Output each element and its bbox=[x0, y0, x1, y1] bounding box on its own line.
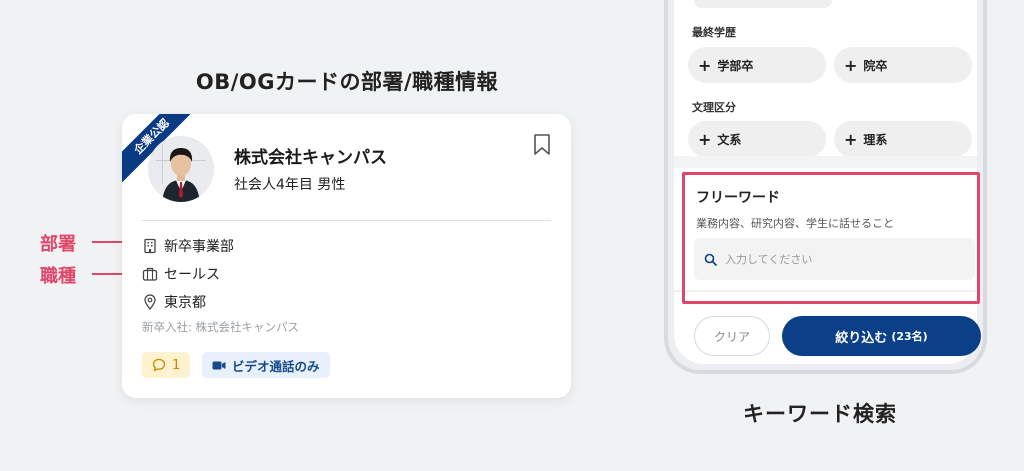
section-separator bbox=[674, 156, 977, 168]
comment-badge: 1 bbox=[142, 352, 191, 378]
plus-icon: + bbox=[698, 55, 712, 75]
bookmark-icon[interactable] bbox=[533, 134, 551, 156]
job-row: セールス bbox=[142, 264, 220, 284]
apply-label: 絞り込む bbox=[835, 330, 888, 346]
annotation-line bbox=[92, 273, 126, 275]
building-icon bbox=[144, 238, 156, 254]
annotation-job: 職種 bbox=[40, 266, 76, 287]
video-camera-icon bbox=[212, 361, 226, 369]
location-row: 東京都 bbox=[142, 292, 206, 312]
location-pin-icon bbox=[144, 294, 156, 310]
partial-chip bbox=[694, 0, 832, 8]
comment-count: 1 bbox=[172, 357, 181, 373]
chip-science[interactable]: + 理系 bbox=[834, 121, 972, 157]
chip-undergrad[interactable]: + 学部卒 bbox=[688, 47, 826, 83]
location-text: 東京都 bbox=[164, 295, 206, 311]
chip-undergrad-label: 学部卒 bbox=[717, 58, 754, 73]
divider bbox=[142, 220, 551, 221]
chip-graduate-label: 院卒 bbox=[863, 58, 888, 73]
chip-science-label: 理系 bbox=[863, 132, 888, 147]
video-badge: ビデオ通話のみ bbox=[202, 352, 330, 378]
card-section-title: OB/OGカードの部署/職種情報 bbox=[195, 70, 499, 94]
avatar bbox=[148, 136, 214, 202]
chip-graduate[interactable]: + 院卒 bbox=[834, 47, 972, 83]
keyword-section-title: キーワード検索 bbox=[743, 402, 897, 426]
plus-icon: + bbox=[844, 129, 858, 149]
education-label: 最終学歴 bbox=[692, 26, 736, 39]
plus-icon: + bbox=[698, 129, 712, 149]
plus-icon: + bbox=[844, 55, 858, 75]
chip-humanities[interactable]: + 文系 bbox=[688, 121, 826, 157]
clear-button[interactable]: クリア bbox=[694, 316, 770, 356]
department-row: 新卒事業部 bbox=[142, 236, 234, 256]
comment-icon bbox=[152, 358, 166, 372]
ob-og-card[interactable]: 企業公認 株式会社キャンパス 社会人4年目 男性 新卒事業部 セールス 東京都 … bbox=[122, 114, 571, 398]
department-text: 新卒事業部 bbox=[164, 239, 234, 255]
apply-button[interactable]: 絞り込む (23名) bbox=[782, 316, 981, 356]
company-name: 株式会社キャンパス bbox=[234, 148, 387, 168]
video-badge-label: ビデオ通話のみ bbox=[232, 358, 320, 374]
annotation-line bbox=[92, 241, 126, 243]
job-text: セールス bbox=[164, 267, 220, 283]
hire-info: 新卒入社: 株式会社キャンパス bbox=[142, 320, 300, 334]
free-word-highlight bbox=[682, 172, 980, 304]
annotation-department: 部署 bbox=[40, 234, 76, 255]
career-info: 社会人4年目 男性 bbox=[234, 177, 346, 193]
chip-humanities-label: 文系 bbox=[717, 132, 742, 147]
briefcase-icon bbox=[142, 267, 158, 281]
apply-count: (23名) bbox=[891, 330, 928, 343]
field-label: 文理区分 bbox=[692, 101, 736, 114]
